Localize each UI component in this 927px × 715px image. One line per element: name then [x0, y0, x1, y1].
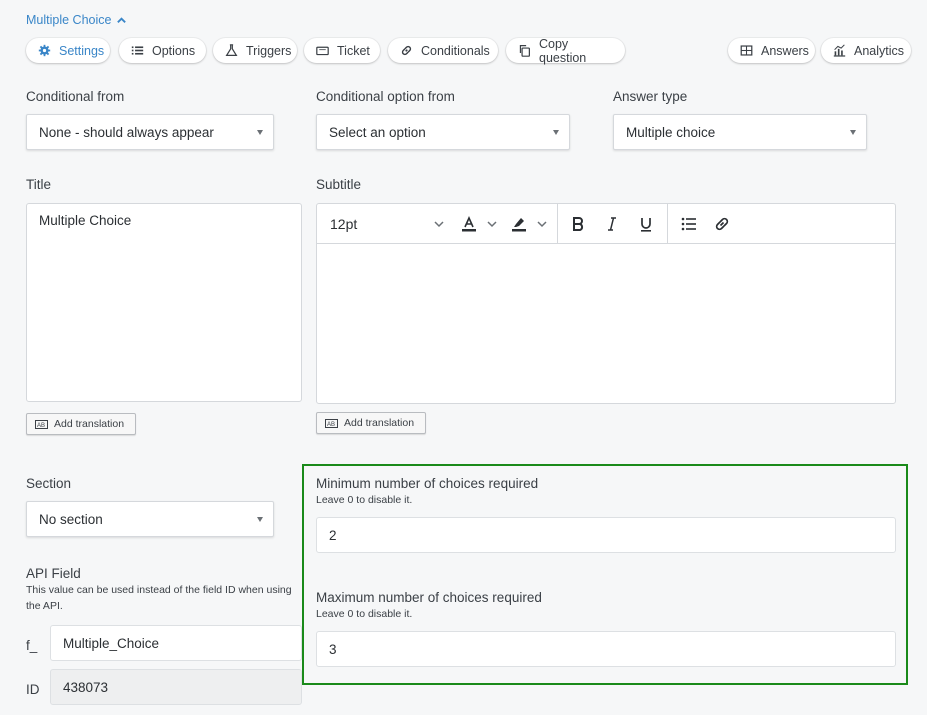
- api-field-prefix: f_: [26, 638, 38, 653]
- api-field-hint: This value can be used instead of the fi…: [26, 584, 292, 612]
- tab-label: Options: [152, 43, 196, 58]
- tab-answers[interactable]: Answers: [728, 38, 815, 63]
- input-value: Multiple_Choice: [63, 635, 160, 651]
- svg-text:AB: AB: [327, 422, 335, 428]
- chevron-up-icon: [117, 16, 127, 23]
- answer-type-label: Answer type: [613, 89, 688, 104]
- toolbar-divider: [667, 204, 668, 244]
- min-choices-label: Minimum number of choices required: [316, 476, 539, 491]
- translate-icon: AB: [35, 419, 48, 429]
- font-size-select[interactable]: 12pt: [330, 214, 450, 234]
- svg-text:AB: AB: [37, 423, 45, 429]
- conditional-option-from-label: Conditional option from: [316, 89, 455, 104]
- tab-label: Analytics: [854, 43, 905, 58]
- ticket-icon: [316, 46, 329, 56]
- dropdown-caret-icon: [553, 130, 559, 135]
- max-choices-hint: Leave 0 to disable it.: [316, 608, 413, 620]
- input-value: 2: [329, 527, 337, 543]
- select-value: Select an option: [329, 124, 426, 140]
- underline-icon: [641, 218, 651, 232]
- highlight-color-button[interactable]: [510, 214, 552, 234]
- id-value: 438073: [63, 679, 109, 695]
- chart-icon: [833, 44, 846, 57]
- api-field-label: API Field: [26, 566, 81, 581]
- chevron-down-icon: [487, 221, 497, 228]
- underline-button[interactable]: [637, 214, 655, 234]
- tab-copy-question[interactable]: Copy question: [506, 36, 625, 65]
- api-field-input[interactable]: Multiple_Choice: [50, 625, 302, 661]
- tab-label: Copy question: [539, 36, 587, 65]
- question-collapse-toggle[interactable]: Multiple Choice: [26, 13, 127, 27]
- chevron-down-icon: [434, 221, 444, 228]
- answer-type-select[interactable]: Multiple choice: [613, 114, 867, 150]
- max-choices-label: Maximum number of choices required: [316, 590, 542, 605]
- link-icon: [401, 45, 412, 56]
- conditional-from-label: Conditional from: [26, 89, 125, 104]
- toolbar-divider: [557, 204, 558, 244]
- section-select[interactable]: No section: [26, 501, 274, 537]
- section-label: Section: [26, 476, 72, 491]
- tab-label: Ticket: [337, 43, 370, 58]
- subtitle-label: Subtitle: [316, 177, 362, 192]
- input-value: 3: [329, 641, 337, 657]
- title-label: Title: [26, 177, 52, 192]
- title-add-translation-button[interactable]: AB Add translation: [26, 413, 136, 435]
- id-field: 438073: [50, 669, 302, 705]
- min-choices-hint: Leave 0 to disable it.: [316, 494, 413, 506]
- subtitle-add-translation-button[interactable]: AB Add translation: [316, 412, 426, 434]
- text-color-icon: [462, 216, 476, 232]
- button-label: Add translation: [344, 417, 415, 429]
- link-icon: [715, 217, 729, 231]
- button-label: Add translation: [54, 418, 125, 430]
- conditional-from-select[interactable]: None - should always appear: [26, 114, 274, 150]
- tab-settings[interactable]: Settings: [26, 38, 110, 63]
- select-value: None - should always appear: [39, 124, 214, 140]
- bold-button[interactable]: [569, 214, 587, 234]
- dropdown-caret-icon: [257, 517, 263, 522]
- translate-icon: AB: [325, 418, 338, 428]
- question-header-label: Multiple Choice: [26, 13, 112, 27]
- select-value: Multiple choice: [626, 124, 716, 140]
- tab-conditionals[interactable]: Conditionals: [388, 38, 498, 63]
- min-choices-input[interactable]: 2: [316, 517, 896, 553]
- copy-icon: [519, 45, 530, 57]
- conditional-option-from-select[interactable]: Select an option: [316, 114, 570, 150]
- dropdown-caret-icon: [257, 130, 263, 135]
- insert-link-button[interactable]: [713, 214, 731, 234]
- chevron-down-icon: [537, 221, 547, 228]
- italic-button[interactable]: [603, 214, 621, 234]
- max-choices-input[interactable]: 3: [316, 631, 896, 667]
- tab-label: Triggers: [246, 43, 292, 58]
- title-value: Multiple Choice: [39, 213, 132, 228]
- title-textarea[interactable]: Multiple Choice: [26, 203, 302, 402]
- flask-icon: [225, 44, 238, 56]
- table-icon: [740, 45, 753, 56]
- text-color-button[interactable]: [460, 214, 502, 234]
- dropdown-caret-icon: [850, 130, 856, 135]
- tab-analytics[interactable]: Analytics: [821, 38, 911, 63]
- italic-icon: [608, 217, 616, 231]
- select-value: No section: [39, 511, 103, 527]
- gear-icon: [38, 44, 51, 57]
- list-icon: [131, 46, 144, 55]
- tab-label: Conditionals: [421, 43, 490, 58]
- bullet-list-button[interactable]: [680, 214, 698, 234]
- tab-options[interactable]: Options: [119, 38, 206, 63]
- font-size-value: 12pt: [330, 216, 358, 232]
- tab-ticket[interactable]: Ticket: [304, 38, 380, 63]
- bold-icon: [573, 217, 584, 231]
- bullet-list-icon: [681, 217, 696, 231]
- tab-label: Settings: [59, 43, 105, 58]
- id-label: ID: [26, 682, 40, 697]
- tab-label: Answers: [761, 43, 809, 58]
- editor-toolbar: 12pt: [317, 204, 895, 244]
- subtitle-editor[interactable]: 12pt: [316, 203, 896, 404]
- highlighter-icon: [512, 218, 526, 232]
- tab-triggers[interactable]: Triggers: [213, 38, 297, 63]
